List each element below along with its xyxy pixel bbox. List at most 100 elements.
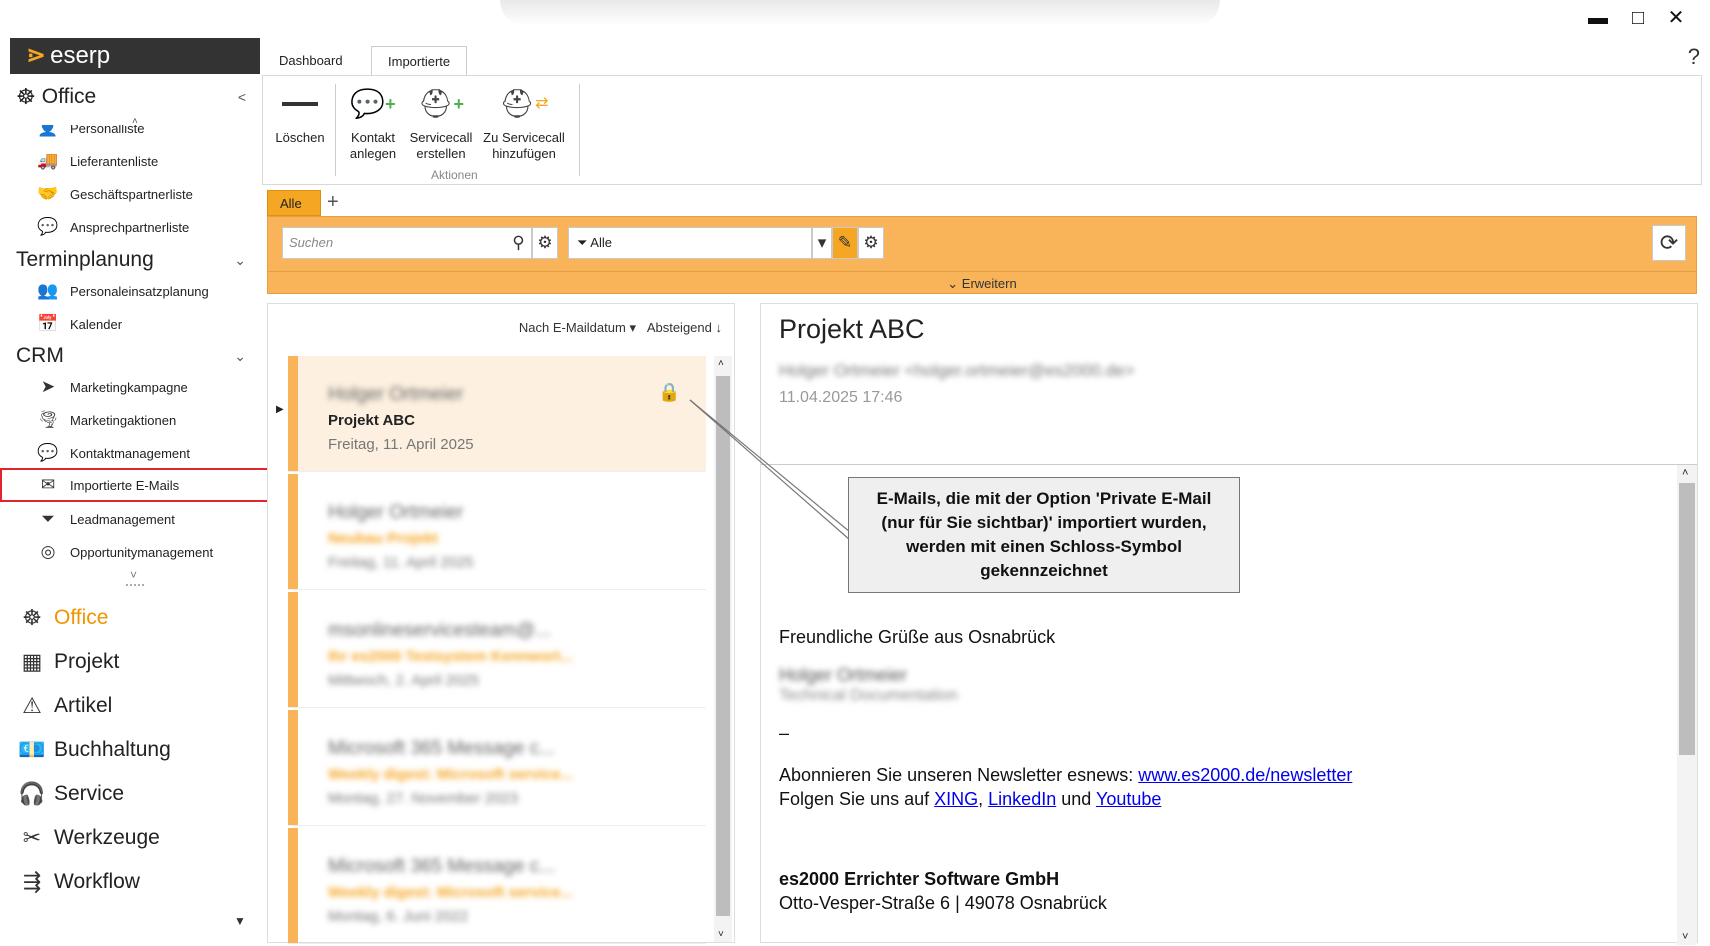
create-servicecall-button[interactable]: ⛑ + Servicecall erstellen	[407, 84, 475, 162]
sidebar-item-lieferantenliste[interactable]: 🚚 Lieferantenliste	[36, 146, 158, 176]
linkedin-link[interactable]: LinkedIn	[988, 789, 1056, 809]
row-marker	[288, 356, 298, 471]
calendar-icon: 📅	[37, 314, 59, 333]
module-office[interactable]: ☸ Office	[18, 598, 108, 638]
email-reader: Projekt ABC Holger Ortmeier <holger.ortm…	[760, 303, 1698, 945]
sidebar-item-ansprechpartnerliste[interactable]: 💬 Ansprechpartnerliste	[36, 212, 189, 242]
sidebar-item-kalender[interactable]: 📅 Kalender	[36, 309, 122, 339]
pin-filter-icon[interactable]: ✎	[832, 227, 858, 259]
row-marker	[288, 474, 298, 589]
dropdown-arrow-icon[interactable]: ▾	[812, 227, 832, 259]
row-marker	[288, 710, 298, 825]
module-workflow[interactable]: ⇶ Workflow	[18, 862, 140, 902]
more-modules-icon[interactable]: ▼	[234, 914, 246, 928]
filter-gear-icon[interactable]: ⚙	[858, 227, 884, 259]
sidebar-item-label: Geschäftspartnerliste	[70, 186, 193, 202]
window-title-shadow	[500, 0, 1220, 26]
scrollbar-thumb[interactable]	[716, 376, 730, 916]
refresh-icon[interactable]: ⟳	[1652, 225, 1686, 261]
app-logo: ⋗ eserp	[10, 38, 260, 74]
help-icon[interactable]: ?	[1688, 44, 1700, 70]
gear-icon[interactable]: ⚙	[532, 227, 558, 259]
maximize-icon[interactable]: □	[1620, 4, 1656, 32]
list-item[interactable]: Holger Ortmeier Projekt ABC Freitag, 11.…	[288, 356, 706, 472]
list-item[interactable]: Holger Ortmeier Neubau Projekt Freitag, …	[288, 474, 706, 590]
view-tab-alle[interactable]: Alle	[267, 190, 321, 216]
handshake-icon: 🤝	[37, 184, 59, 203]
delete-button[interactable]: Löschen	[275, 84, 325, 146]
splitter-handle[interactable]	[126, 584, 144, 586]
list-item[interactable]: Microsoft 365 Message c... Weekly digest…	[288, 828, 706, 944]
module-label: Artikel	[54, 694, 113, 717]
scroll-down-icon[interactable]: ˅	[130, 568, 137, 582]
add-view-icon[interactable]: +	[327, 190, 339, 214]
list-item[interactable]: Microsoft 365 Message c... Weekly digest…	[288, 710, 706, 826]
sidebar-item-opportunitymanagement[interactable]: ◎ Opportunitymanagement	[36, 537, 214, 567]
youtube-link[interactable]: Youtube	[1096, 789, 1161, 809]
search-icon[interactable]: ⚲	[506, 227, 532, 259]
scroll-down-icon[interactable]: ˅	[718, 929, 724, 940]
search-input[interactable]: Suchen	[282, 227, 512, 259]
callout-line-1: E-Mails, die mit der Option 'Private E-M…	[876, 489, 1212, 508]
sidebar-item-marketingaktionen[interactable]: 🌪 Marketingaktionen	[36, 405, 176, 435]
sort-direction[interactable]: Absteigend ↓	[647, 320, 722, 335]
module-projekt[interactable]: ▦ Projekt	[18, 642, 120, 682]
sidebar-group-office[interactable]: ☸ Office <	[16, 84, 256, 110]
sort-field[interactable]: Nach E-Maildatum ▾	[519, 320, 636, 335]
module-buchhaltung[interactable]: 💶 Buchhaltung	[18, 730, 170, 770]
person-icon: 👤	[37, 118, 59, 137]
close-icon[interactable]: ✕	[1658, 4, 1694, 32]
newsletter-link[interactable]: www.es2000.de/newsletter	[1138, 765, 1352, 785]
sidebar-item-marketingkampagne[interactable]: ➤ Marketingkampagne	[36, 372, 188, 402]
tab-importierte-emails[interactable]: Importierte E-Mails	[371, 46, 468, 99]
sidebar-item-personalliste[interactable]: 👤 Personalliste	[36, 118, 144, 143]
scroll-up-icon[interactable]: ˄	[718, 358, 724, 369]
mail-subject: Weekly digest: Microsoft service...	[328, 884, 573, 901]
chevron-down-icon[interactable]: ⌄	[234, 348, 246, 365]
company-name: es2000 Errichter Software GmbH	[779, 869, 1060, 889]
and-text: und	[1061, 789, 1092, 809]
chevron-down-icon[interactable]: ⌄	[234, 252, 246, 269]
minus-icon	[275, 84, 325, 124]
create-servicecall-label-1: Servicecall	[409, 130, 473, 145]
create-servicecall-label-2: erstellen	[416, 146, 466, 161]
sidebar-item-leadmanagement[interactable]: ⏷ Leadmanagement	[36, 504, 175, 534]
sidebar-item-geschaeftspartnerliste[interactable]: 🤝 Geschäftspartnerliste	[36, 179, 193, 209]
sidebar-item-personaleinsatzplanung[interactable]: 👥 Personaleinsatzplanung	[36, 276, 208, 306]
signature-name: Holger Ortmeier	[779, 665, 908, 685]
reader-scrollbar[interactable]: ˄ ˅	[1677, 465, 1697, 945]
sidebar-group-label: CRM	[16, 344, 64, 367]
list-item[interactable]: msonlineservicesteam@... Ihr es2000 Test…	[288, 592, 706, 708]
module-artikel[interactable]: ⚠ Artikel	[18, 686, 112, 726]
sidebar-item-importierte-emails[interactable]: ✉ Importierte E-Mails	[0, 468, 269, 502]
scroll-up-icon[interactable]: ˄	[1682, 467, 1688, 479]
tab-dashboard[interactable]: Dashboard	[263, 46, 359, 76]
add-to-servicecall-button[interactable]: ⛑ ⇄ Zu Servicecall hinzufügen	[481, 84, 567, 162]
module-service[interactable]: 🎧 Service	[18, 774, 124, 814]
scrollbar-thumb[interactable]	[1679, 483, 1695, 755]
list-scrollbar[interactable]: ˄ ˅	[714, 356, 732, 942]
filter-select[interactable]: ⏷ Alle	[568, 227, 812, 259]
create-contact-button[interactable]: 💬 + Kontakt anlegen	[345, 84, 401, 162]
chevron-left-icon[interactable]: <	[238, 89, 246, 105]
create-contact-label-1: Kontakt	[350, 130, 396, 145]
mail-date: Montag, 6. Juni 2022	[328, 908, 469, 925]
tornado-icon: 🌪	[37, 410, 59, 429]
sidebar-item-kontaktmanagement[interactable]: 💬 Kontaktmanagement	[36, 438, 190, 468]
scroll-down-icon[interactable]: ˅	[1682, 931, 1688, 943]
callout-line-4: gekennzeichnet	[980, 561, 1108, 580]
mail-sender: Microsoft 365 Message c...	[328, 738, 556, 759]
annotation-callout: E-Mails, die mit der Option 'Private E-M…	[848, 477, 1240, 593]
minimize-icon[interactable]: ▬	[1580, 4, 1616, 32]
workflow-icon: ⇶	[22, 869, 42, 894]
ribbon-separator	[579, 84, 580, 176]
mail-subject: Weekly digest: Microsoft service...	[328, 766, 573, 783]
xing-link[interactable]: XING	[934, 789, 978, 809]
sidebar-group-crm[interactable]: CRM ⌄	[16, 344, 256, 368]
sidebar-group-terminplanung[interactable]: Terminplanung ⌄	[16, 248, 256, 272]
module-werkzeuge[interactable]: ✂ Werkzeuge	[18, 818, 160, 858]
filter-icon: ⏷	[577, 235, 591, 250]
signature-role: Technical Documentation	[779, 687, 958, 704]
sidebar-item-label: Lieferantenliste	[70, 153, 159, 169]
expand-bar[interactable]: ⌄ Erweitern	[268, 271, 1696, 295]
